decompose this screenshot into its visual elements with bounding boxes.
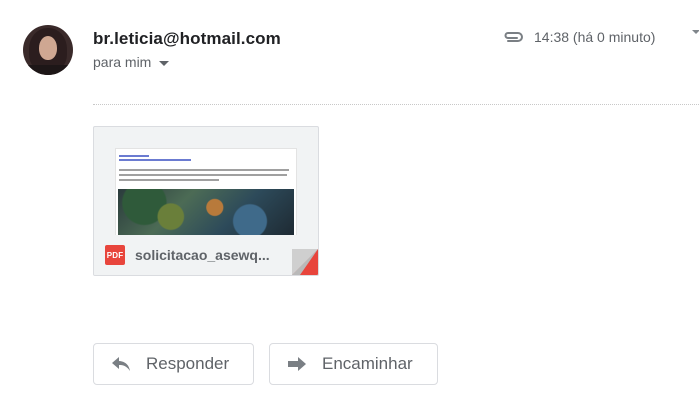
- sender-email[interactable]: br.leticia@hotmail.com: [93, 29, 281, 49]
- forward-button[interactable]: Encaminhar: [269, 343, 438, 385]
- pdf-icon: PDF: [105, 245, 125, 265]
- page-fold-icon: [292, 249, 318, 275]
- attachment-preview: [116, 149, 296, 235]
- forward-arrow-icon: [286, 355, 308, 373]
- paperclip-icon: [502, 29, 524, 45]
- email-message: br.leticia@hotmail.com para mim 14:38 (h…: [0, 0, 699, 417]
- reply-arrow-icon: [110, 355, 132, 373]
- attachment-filename: solicitacao_asewq...: [135, 247, 270, 263]
- message-timestamp: 14:38 (há 0 minuto): [534, 29, 656, 45]
- chevron-down-icon: [159, 60, 170, 66]
- message-meta: 14:38 (há 0 minuto): [502, 29, 655, 45]
- attachment-footer: PDF solicitacao_asewq...: [94, 235, 318, 275]
- reply-label: Responder: [146, 354, 230, 373]
- preview-image: [118, 189, 294, 235]
- attachment-card[interactable]: PDF solicitacao_asewq...: [93, 126, 319, 276]
- sender-avatar[interactable]: [23, 25, 73, 75]
- header-divider: [93, 104, 699, 105]
- forward-label: Encaminhar: [322, 354, 413, 373]
- recipient-label: para mim: [93, 54, 152, 70]
- recipient-dropdown[interactable]: para mim: [93, 54, 170, 70]
- more-options-icon[interactable]: [692, 30, 699, 34]
- reply-button[interactable]: Responder: [93, 343, 254, 385]
